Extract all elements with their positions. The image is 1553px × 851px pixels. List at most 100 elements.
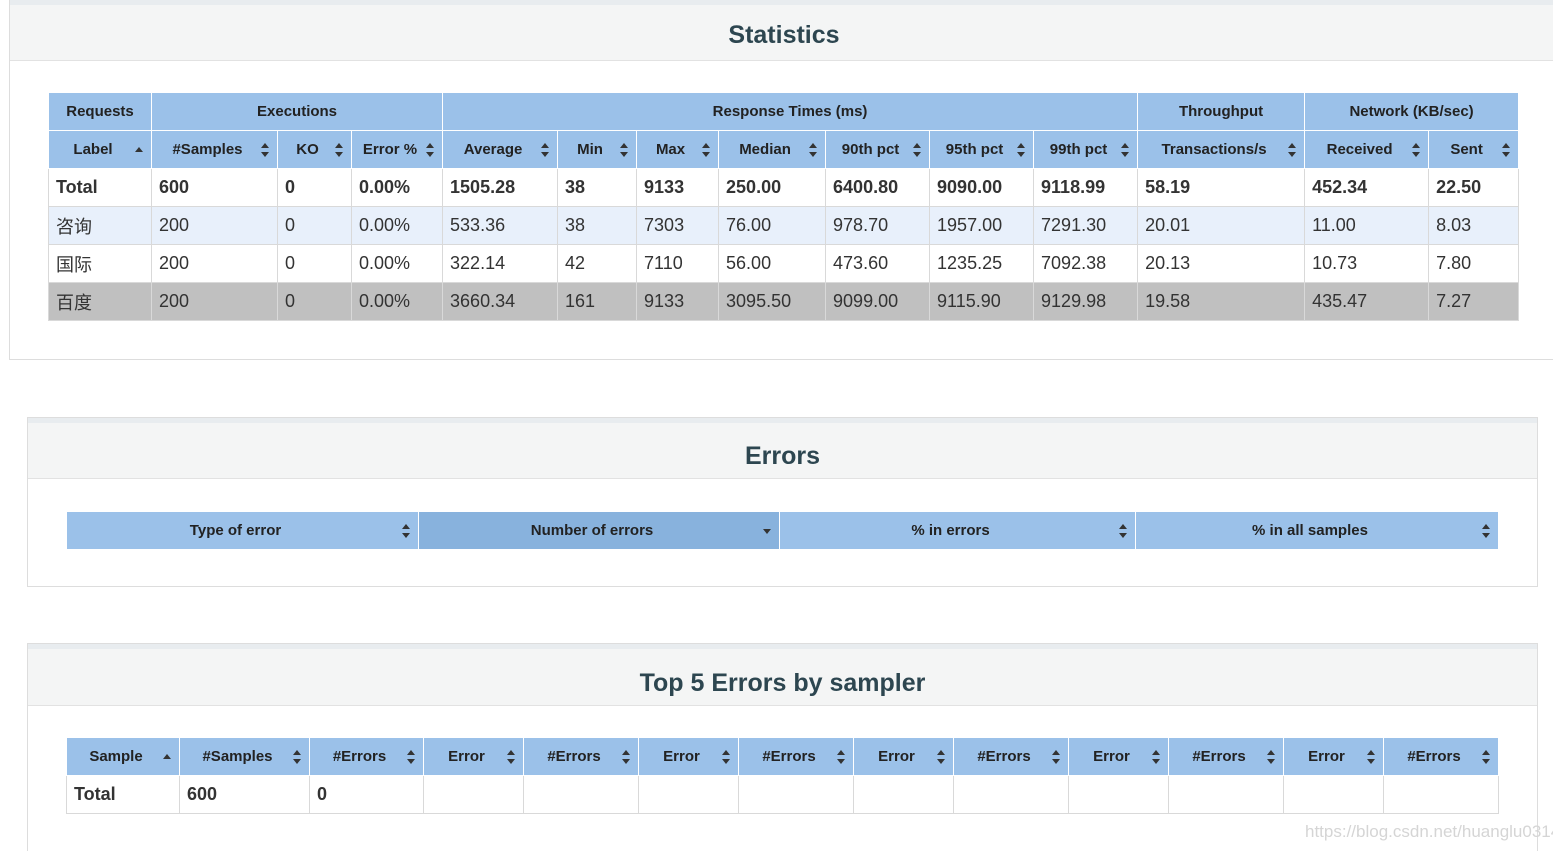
column-label: #Errors <box>1192 748 1246 765</box>
table-cell: Total <box>48 168 152 207</box>
table-cell: 9133 <box>636 168 720 207</box>
table-cell: 7.80 <box>1428 244 1520 283</box>
column-label: Error <box>1308 748 1345 765</box>
column-label: Received <box>1326 141 1393 158</box>
top5-col-error-9[interactable]: Error <box>1068 737 1169 776</box>
column-label: #Errors <box>1407 748 1461 765</box>
group-throughput: Throughput <box>1137 92 1306 131</box>
table-cell: 9115.90 <box>929 282 1035 321</box>
column-label: Label <box>73 141 113 158</box>
statistics-col-ko-2[interactable]: KO <box>277 130 352 169</box>
errors-col-number-of-errors-1[interactable]: Number of errors <box>418 511 780 550</box>
sort-both-icon <box>507 749 515 764</box>
table-cell <box>523 775 639 814</box>
table-cell: 7092.38 <box>1033 244 1139 283</box>
errors-column-header: Type of error Number of errors % in errors… <box>66 511 1499 550</box>
column-label: % in all samples <box>1252 522 1368 539</box>
table-row: 百度 200 0 0.00% 3660.34 161 9133 3095.50 9099.00 9… <box>48 282 1520 321</box>
errors-col-in-all-samples-3[interactable]: % in all samples <box>1135 511 1499 550</box>
table-cell: 11.00 <box>1304 206 1430 245</box>
statistics-col-min-5[interactable]: Min <box>557 130 638 169</box>
table-cell: 58.19 <box>1137 168 1306 207</box>
column-label: 90th pct <box>841 141 900 158</box>
table-cell: 7.27 <box>1428 282 1520 321</box>
column-label: Type of error <box>189 522 282 539</box>
sort-both-icon <box>541 142 550 157</box>
top5-col-errors-6[interactable]: #Errors <box>738 737 854 776</box>
sort-asc-icon <box>163 750 171 764</box>
table-cell: 19.58 <box>1137 282 1306 321</box>
column-label: Average <box>463 141 523 158</box>
statistics-col-90th-pct-8[interactable]: 90th pct <box>825 130 931 169</box>
sort-both-icon <box>622 749 630 764</box>
top5-col-errors-4[interactable]: #Errors <box>523 737 639 776</box>
statistics-col-samples-1[interactable]: #Samples <box>151 130 278 169</box>
top5-col-error-7[interactable]: Error <box>853 737 954 776</box>
table-row: 国际 200 0 0.00% 322.14 42 7110 56.00 473.60 1235.2… <box>48 244 1520 283</box>
top5-errors-title: Top 5 Errors by sampler <box>28 644 1537 706</box>
statistics-col-error-3[interactable]: Error % <box>350 130 444 169</box>
column-label: Error <box>663 748 700 765</box>
statistics-col-95th-pct-9[interactable]: 95th pct <box>929 130 1035 169</box>
column-label: Transactions/s <box>1161 141 1267 158</box>
group-requests: Requests <box>48 92 152 131</box>
column-label: Error <box>1093 748 1130 765</box>
table-cell: 600 <box>151 168 278 207</box>
sort-both-icon <box>1367 749 1375 764</box>
top5-col-samples-1[interactable]: #Samples <box>179 737 310 776</box>
top5-col-sample-0[interactable]: Sample <box>66 737 180 776</box>
statistics-col-average-4[interactable]: Average <box>442 130 559 169</box>
column-label: KO <box>296 141 319 158</box>
table-cell: 7291.30 <box>1033 206 1139 245</box>
top5-col-error-5[interactable]: Error <box>638 737 739 776</box>
statistics-col-median-7[interactable]: Median <box>718 130 827 169</box>
errors-col-type-of-error-0[interactable]: Type of error <box>66 511 419 550</box>
table-cell: 435.47 <box>1304 282 1430 321</box>
top5-col-errors-10[interactable]: #Errors <box>1168 737 1284 776</box>
statistics-col-transactions-s-11[interactable]: Transactions/s <box>1137 130 1306 169</box>
sort-both-icon <box>1412 142 1421 157</box>
top5-col-errors-8[interactable]: #Errors <box>953 737 1069 776</box>
table-cell: 9090.00 <box>929 168 1035 207</box>
table-cell: 978.70 <box>825 206 931 245</box>
table-cell <box>738 775 854 814</box>
column-label: #Errors <box>762 748 816 765</box>
table-cell: 473.60 <box>825 244 931 283</box>
column-label: Error % <box>362 141 418 158</box>
statistics-title: Statistics <box>10 0 1553 61</box>
statistics-group-header: Requests Executions Response Times (ms) … <box>48 92 1520 131</box>
statistics-table: Requests Executions Response Times (ms) … <box>48 92 1520 321</box>
column-label: 99th pct <box>1049 141 1108 158</box>
sort-both-icon <box>261 142 269 157</box>
table-cell: 250.00 <box>718 168 827 207</box>
statistics-col-sent-13[interactable]: Sent <box>1428 130 1520 169</box>
table-cell: 国际 <box>48 244 152 283</box>
table-cell: 9118.99 <box>1033 168 1139 207</box>
table-cell: 9099.00 <box>825 282 931 321</box>
sort-both-icon <box>1052 749 1060 764</box>
sort-both-icon <box>620 142 629 157</box>
column-label: Median <box>739 141 791 158</box>
statistics-col-max-6[interactable]: Max <box>636 130 720 169</box>
sort-both-icon <box>335 142 343 157</box>
errors-col-in-errors-2[interactable]: % in errors <box>779 511 1136 550</box>
table-cell: 0 <box>277 244 352 283</box>
table-cell: 533.36 <box>442 206 559 245</box>
table-cell: Total <box>66 775 180 814</box>
top5-col-errors-2[interactable]: #Errors <box>309 737 424 776</box>
statistics-col-label-0[interactable]: Label <box>48 130 152 169</box>
top5-column-header: Sample #Samples #Errors Error #Errors Error #E… <box>66 737 1499 776</box>
group-response-times: Response Times (ms) <box>442 92 1139 131</box>
column-label: % in errors <box>911 522 990 539</box>
column-label: #Errors <box>547 748 601 765</box>
table-cell: 0.00% <box>350 168 444 207</box>
top5-col-errors-12[interactable]: #Errors <box>1383 737 1499 776</box>
table-cell: 0 <box>309 775 424 814</box>
top5-errors-panel: Top 5 Errors by sampler Sample #Samples #E… <box>27 643 1538 851</box>
sort-both-icon <box>1288 142 1297 157</box>
statistics-col-99th-pct-10[interactable]: 99th pct <box>1033 130 1139 169</box>
top5-col-error-11[interactable]: Error <box>1283 737 1384 776</box>
table-cell: 0.00% <box>350 206 444 245</box>
top5-col-error-3[interactable]: Error <box>423 737 524 776</box>
statistics-col-received-12[interactable]: Received <box>1304 130 1430 169</box>
